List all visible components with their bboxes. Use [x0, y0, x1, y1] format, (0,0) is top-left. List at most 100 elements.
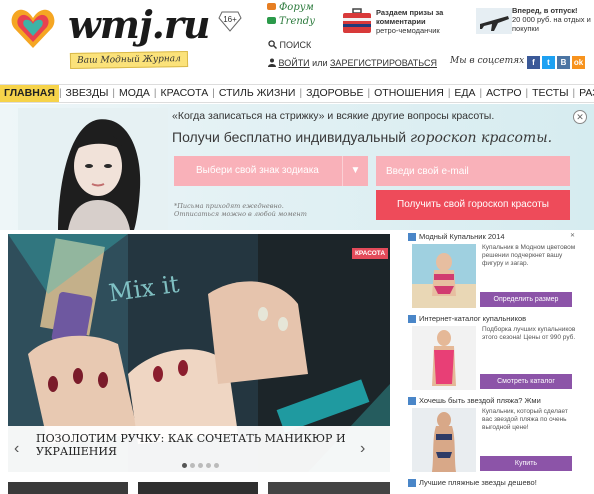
search-icon [268, 40, 277, 49]
chevron-left-icon[interactable]: ‹ [14, 440, 19, 458]
get-horoscope-button[interactable]: Получить свой гороскоп красоты [376, 190, 570, 220]
article-thumb[interactable] [268, 482, 390, 494]
age-rating-text: 16+ [223, 15, 237, 24]
auth-links: ВОЙТИ или ЗАРЕГИСТРИРОВАТЬСЯ [268, 58, 437, 68]
nav-item-fashion[interactable]: МОДА [115, 85, 154, 102]
determine-size-button[interactable]: Определить размер [480, 292, 572, 307]
user-icon [268, 58, 276, 67]
ad-header: Модный Купальник 2014 [408, 232, 580, 241]
ad-header: Интернет-каталог купальников [408, 314, 580, 323]
ad-block[interactable]: Хочешь быть звездой пляжа? Жми Купальник… [408, 396, 580, 478]
promo-comments[interactable]: Раздаем призы за комментарии ретро-чемод… [376, 8, 472, 35]
slider-dot[interactable] [214, 463, 219, 468]
ad-icon [408, 478, 416, 487]
zodiac-select-label: Выбери свой знак зодиака [196, 165, 319, 176]
promo-comments-title: Раздаем призы за комментарии [376, 8, 444, 26]
nav-item-stars[interactable]: ЗВЕЗДЫ [62, 85, 113, 102]
slider-dot[interactable] [182, 463, 187, 468]
banner-title: Получи бесплатно индивидуальный гороскоп… [172, 129, 552, 146]
register-link[interactable]: ЗАРЕГИСТРИРОВАТЬСЯ [330, 58, 437, 68]
header: wmj.ru Ваш Модный Журнал 16+ Форум Trend… [0, 0, 594, 84]
twitter-icon[interactable]: t [542, 56, 555, 69]
trendy-link[interactable]: Trendy [267, 16, 315, 27]
chevron-right-icon[interactable]: › [360, 440, 365, 458]
ad-icon [408, 396, 416, 405]
article-thumb[interactable] [138, 482, 258, 494]
article-title[interactable]: Позолотим ручку: как сочетать маникюр и … [36, 432, 352, 458]
login-link[interactable]: ВОЙТИ [279, 58, 310, 68]
ad-image[interactable] [412, 408, 476, 472]
ad-title[interactable]: Лучшие пляжные звезды дешево! [419, 478, 537, 487]
trendy-icon [267, 17, 276, 24]
email-field[interactable] [376, 156, 570, 186]
slider-dot[interactable] [190, 463, 195, 468]
ad-image[interactable] [412, 326, 476, 390]
promo-comments-sub: ретро-чемоданчик [376, 26, 440, 35]
ad-text: Купальник, который сделает вас звездой п… [482, 408, 568, 431]
forum-link[interactable]: Форум [267, 2, 314, 13]
banner-portrait-image [18, 108, 168, 230]
article-thumb[interactable] [8, 482, 128, 494]
nav-item-lifestyle[interactable]: СТИЛЬ ЖИЗНИ [215, 85, 300, 102]
ad-icon [408, 232, 416, 241]
search-label: ПОИСК [279, 40, 312, 50]
nav-item-relationships[interactable]: ОТНОШЕНИЯ [370, 85, 448, 102]
category-tag[interactable]: КРАСОТА [352, 248, 388, 259]
page: wmj.ru Ваш Модный Журнал 16+ Форум Trend… [0, 0, 594, 494]
note-line-2: Отписаться можно в любой момент [174, 210, 307, 218]
ad-header: Хочешь быть звездой пляжа? Жми [408, 396, 580, 405]
chevron-down-icon[interactable]: ▼ [342, 156, 368, 186]
forum-label: Форум [279, 2, 314, 13]
buy-button[interactable]: Купить [480, 456, 572, 471]
ad-info-icon[interactable]: ✕ [570, 232, 575, 239]
nav-item-entertainment[interactable]: РАЗВЛЕЧЕНИЯ [575, 85, 594, 102]
ad-title[interactable]: Интернет-каталог купальников [419, 314, 526, 323]
site-logo[interactable]: wmj.ru [68, 2, 211, 47]
promo-vacation[interactable]: Вперед, в отпуск! 20 000 руб. на отдых и… [512, 6, 594, 33]
airplane-icon[interactable] [476, 8, 512, 34]
ad-block[interactable]: Модный Купальник 2014 ✕ Купальник в Модн… [408, 232, 580, 314]
tagline: Ваш Модный Журнал [69, 50, 189, 70]
zodiac-select[interactable]: Выбери свой знак зодиака ▼ [174, 156, 368, 186]
nav-item-tests[interactable]: ТЕСТЫ [528, 85, 572, 102]
nav-item-astro[interactable]: АСТРО [482, 85, 525, 102]
suitcase-icon[interactable] [342, 8, 372, 34]
slider-dots [182, 463, 219, 468]
odnoklassniki-icon[interactable]: ok [572, 56, 585, 69]
facebook-icon[interactable]: f [527, 56, 540, 69]
ad-icon [408, 314, 416, 323]
ad-text: Подборка лучших купальников этого сезона… [482, 326, 576, 341]
nav-item-home[interactable]: ГЛАВНАЯ [0, 85, 59, 102]
promo-vacation-title: Вперед, в отпуск! [512, 6, 578, 15]
ad-header: Лучшие пляжные звезды дешево! [408, 478, 580, 487]
banner-title-italic: гороскоп красоты. [409, 130, 553, 146]
ad-title[interactable]: Хочешь быть звездой пляжа? Жми [419, 396, 541, 405]
view-catalog-button[interactable]: Смотреть каталог [480, 374, 572, 389]
age-rating-badge: 16+ [218, 10, 242, 32]
ad-block[interactable]: Лучшие пляжные звезды дешево! [408, 478, 580, 494]
ad-text: Купальник в Модном цветовом решении подч… [482, 244, 576, 267]
ad-image[interactable] [412, 244, 476, 308]
close-icon[interactable]: ✕ [573, 110, 587, 124]
heart-logo-icon[interactable] [10, 6, 56, 50]
ad-block[interactable]: Интернет-каталог купальников Подборка лу… [408, 314, 580, 396]
ads-column: Модный Купальник 2014 ✕ Купальник в Модн… [408, 230, 594, 494]
forum-icon [267, 3, 276, 10]
slider-dot[interactable] [206, 463, 211, 468]
main-nav: ГЛАВНАЯ | ЗВЕЗДЫ | МОДА | КРАСОТА | СТИЛЬ ЖИ… [0, 84, 594, 103]
promo-vacation-sub: 20 000 руб. на отдых и покупки [512, 15, 591, 33]
social-label: Мы в соцсетях – [450, 56, 532, 66]
note-line-1: *Письма приходят ежедневно. [174, 202, 284, 210]
subscription-note: *Письма приходят ежедневно. Отписаться м… [174, 202, 307, 218]
search-link[interactable]: ПОИСК [268, 40, 311, 50]
nav-item-beauty[interactable]: КРАСОТА [156, 85, 212, 102]
vk-icon[interactable]: B [557, 56, 570, 69]
trendy-label: Trendy [279, 16, 315, 27]
banner-quote: «Когда записаться на стрижку» и всякие д… [172, 110, 495, 122]
or-text: или [312, 58, 328, 68]
nav-item-food[interactable]: ЕДА [450, 85, 479, 102]
horoscope-banner: «Когда записаться на стрижку» и всякие д… [0, 104, 594, 230]
nav-item-health[interactable]: ЗДОРОВЬЕ [302, 85, 367, 102]
slider-dot[interactable] [198, 463, 203, 468]
ad-title[interactable]: Модный Купальник 2014 [419, 232, 505, 241]
